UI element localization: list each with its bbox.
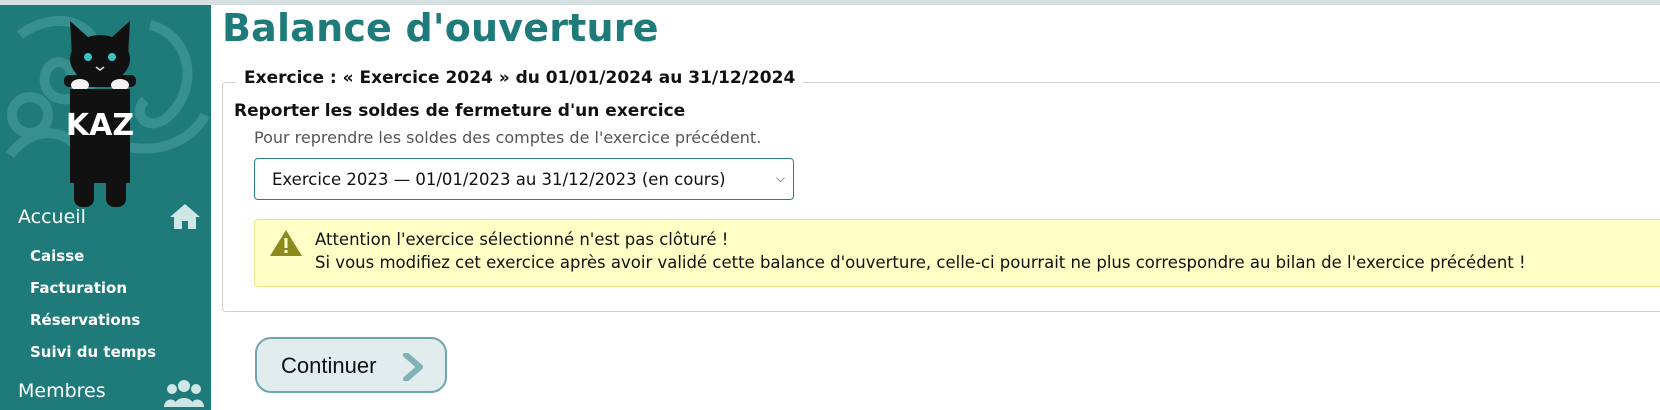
- continue-button-label: Continuer: [281, 353, 377, 378]
- fieldset-legend: Exercice : « Exercice 2024 » du 01/01/20…: [236, 68, 804, 88]
- top-border: [0, 0, 1660, 5]
- kaz-cat-logo: KAZ: [64, 21, 136, 207]
- nav-section-accueil[interactable]: Accueil: [0, 203, 211, 233]
- nav-section-label: Accueil: [18, 206, 86, 228]
- home-icon: [170, 204, 200, 229]
- exercise-select[interactable]: Exercice 2023 — 01/01/2023 au 31/12/2023…: [254, 158, 794, 200]
- select-value: Exercice 2023 — 01/01/2023 au 31/12/2023…: [272, 170, 726, 189]
- section-title: Reporter les soldes de fermeture d'un ex…: [234, 101, 686, 121]
- warning-alert: Attention l'exercice sélectionné n'est p…: [254, 219, 1660, 287]
- sidebar: KAZ Accueil Caisse Facturation Réservati…: [0, 5, 211, 410]
- sidebar-item-suivi-du-temps[interactable]: Suivi du temps: [30, 343, 156, 361]
- help-text: Pour reprendre les soldes des comptes de…: [254, 128, 762, 147]
- sidebar-item-facturation[interactable]: Facturation: [30, 279, 127, 297]
- logo-text: KAZ: [66, 108, 134, 143]
- page-title: Balance d'ouverture: [222, 6, 659, 50]
- sidebar-item-caisse[interactable]: Caisse: [30, 247, 84, 265]
- warning-icon: [270, 230, 302, 256]
- alert-line-1: Attention l'exercice sélectionné n'est p…: [315, 230, 729, 249]
- chevron-right-icon: [403, 353, 423, 381]
- chevron-down-icon: ⌵: [775, 171, 785, 185]
- nav-section-membres[interactable]: Membres: [0, 377, 211, 407]
- sidebar-item-reservations[interactable]: Réservations: [30, 311, 140, 329]
- users-icon: [164, 380, 204, 407]
- continue-button[interactable]: Continuer: [255, 337, 447, 393]
- alert-line-2: Si vous modifiez cet exercice après avoi…: [315, 253, 1526, 272]
- nav-section-label: Membres: [18, 380, 106, 402]
